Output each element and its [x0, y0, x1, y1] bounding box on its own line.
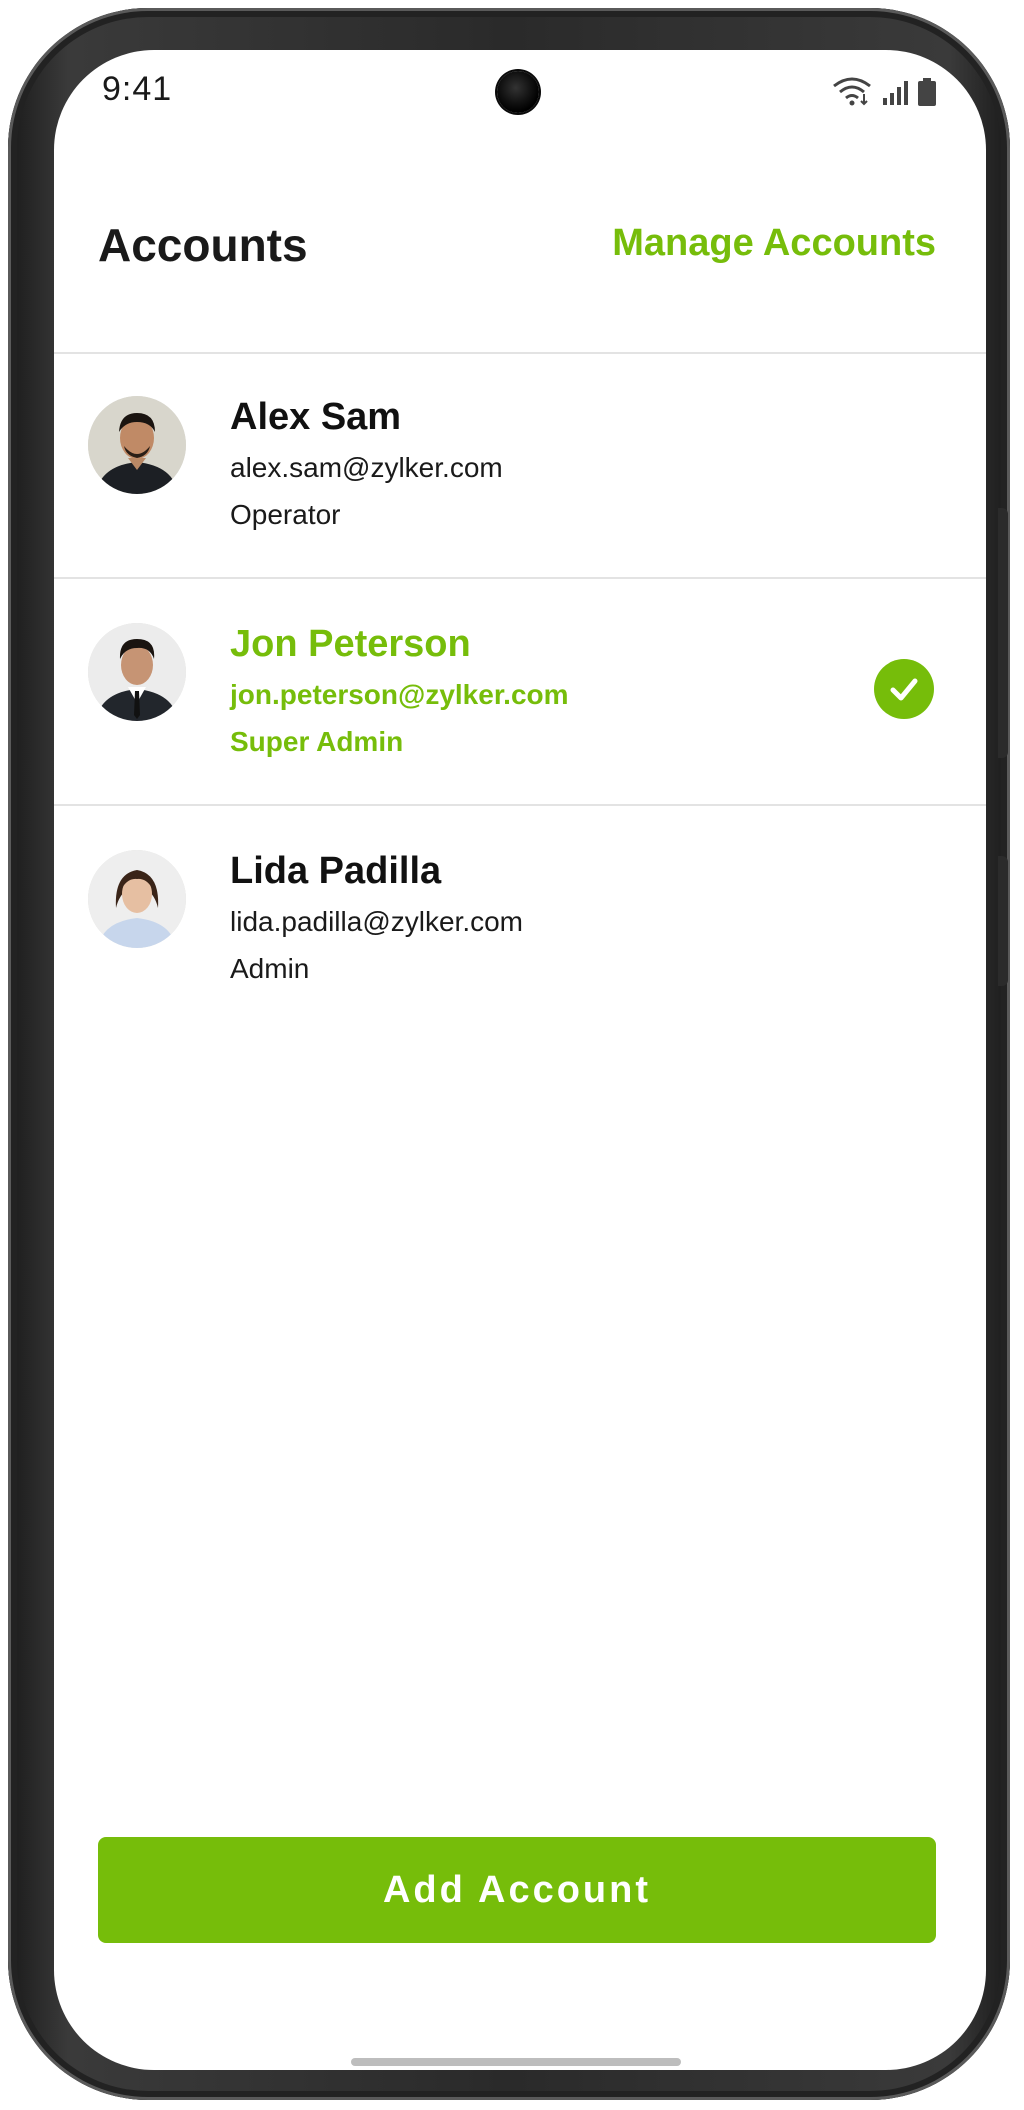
status-time: 9:41: [102, 70, 173, 108]
status-bar: 9:41: [54, 50, 986, 140]
selected-check-icon: [874, 659, 934, 719]
power-button: [998, 856, 1008, 986]
account-name: Alex Sam: [230, 396, 402, 438]
wifi-icon: [833, 77, 871, 106]
account-name: Lida Padilla: [230, 850, 442, 892]
volume-button: [998, 508, 1008, 758]
account-email: jon.peterson@zylker.com: [230, 679, 569, 710]
device: 9:41 Accounts Manage Accounts Alex Sam a…: [0, 0, 1024, 2110]
header: Accounts Manage Accounts: [54, 140, 986, 354]
account-list: Alex Sam alex.sam@zylker.com Operator Jo…: [54, 352, 986, 1033]
page-title: Accounts: [98, 219, 308, 271]
screen: 9:41 Accounts Manage Accounts Alex Sam a…: [54, 50, 986, 2070]
account-row-jon-peterson[interactable]: Jon Peterson jon.peterson@zylker.com Sup…: [54, 579, 986, 806]
avatar-lida-padilla: [88, 850, 186, 948]
account-role: Super Admin: [230, 726, 404, 757]
account-row-lida-padilla[interactable]: Lida Padilla lida.padilla@zylker.com Adm…: [54, 806, 986, 1033]
front-camera: [497, 71, 539, 113]
battery-icon: [918, 78, 936, 106]
account-role: Operator: [230, 499, 341, 530]
account-email: lida.padilla@zylker.com: [230, 906, 523, 937]
add-account-button[interactable]: Add Account: [98, 1837, 936, 1943]
phone-frame: 9:41 Accounts Manage Accounts Alex Sam a…: [8, 8, 1010, 2100]
account-name: Jon Peterson: [230, 623, 471, 665]
signal-icon: [883, 81, 908, 105]
manage-accounts-link[interactable]: Manage Accounts: [612, 222, 936, 265]
account-role: Admin: [230, 953, 310, 984]
account-row-alex-sam[interactable]: Alex Sam alex.sam@zylker.com Operator: [54, 352, 986, 579]
avatar-jon-peterson: [88, 623, 186, 721]
account-email: alex.sam@zylker.com: [230, 452, 503, 483]
home-indicator[interactable]: [351, 2058, 681, 2066]
status-icons: [832, 76, 936, 106]
avatar-alex-sam: [88, 396, 186, 494]
